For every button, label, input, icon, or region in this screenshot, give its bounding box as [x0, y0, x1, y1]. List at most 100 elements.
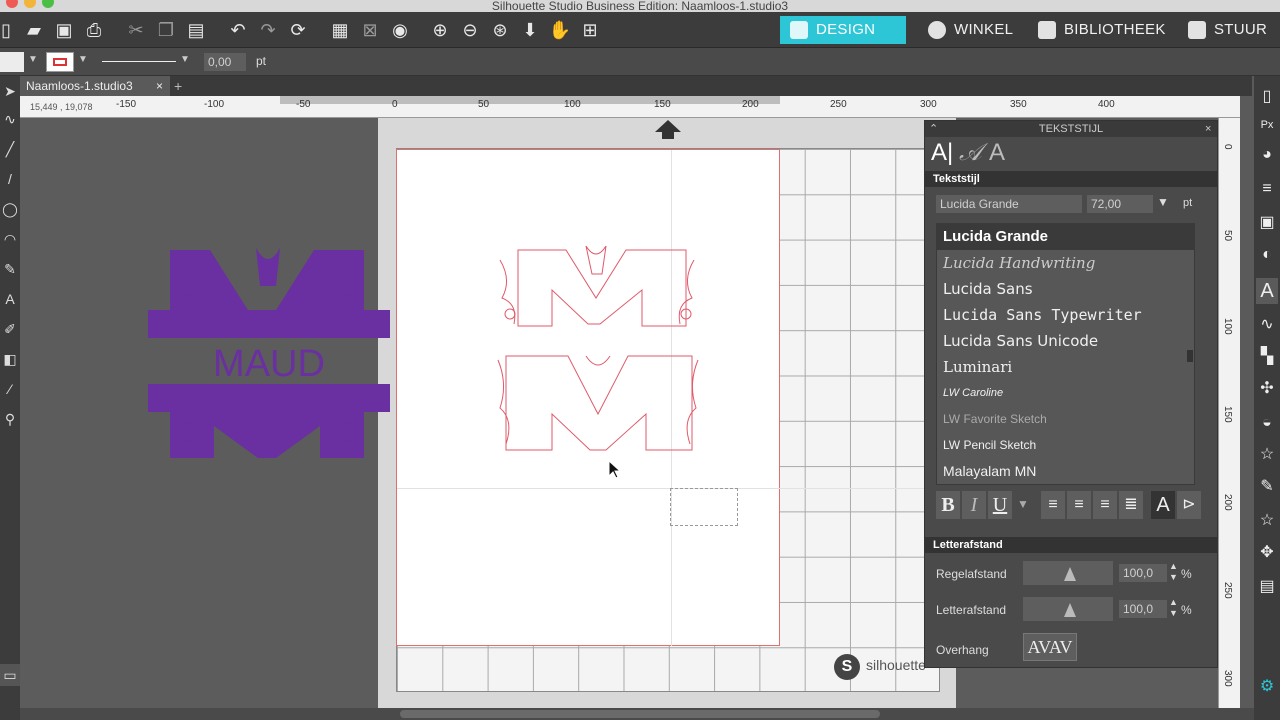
settings-gear-icon[interactable]: ⚙	[1256, 674, 1278, 700]
text-to-path-icon[interactable]: ∿	[1256, 312, 1278, 338]
align-right-icon[interactable]: ≡	[1093, 491, 1117, 519]
layers-icon[interactable]: ▤	[1256, 574, 1278, 600]
font-list-item[interactable]: Lucida Grande	[937, 224, 1194, 250]
fill-pattern-swatch[interactable]	[0, 52, 24, 72]
eraser-icon[interactable]: ◧	[0, 348, 20, 370]
knife-icon[interactable]: ⁄	[0, 378, 20, 400]
open-folder-icon[interactable]: ▰	[22, 18, 46, 42]
close-panel-icon[interactable]: ×	[1205, 121, 1211, 137]
line-width-input[interactable]: 0,00	[204, 53, 246, 71]
edit-text-icon[interactable]: ✐	[0, 318, 20, 340]
close-window-button[interactable]	[6, 0, 18, 8]
tab-stuur[interactable]: STUUR	[1178, 16, 1280, 44]
italic-button[interactable]: I	[962, 491, 986, 519]
scrollbar-thumb[interactable]	[400, 710, 880, 718]
underline-button[interactable]: U	[988, 491, 1012, 519]
cut-line-shapes[interactable]	[496, 244, 700, 454]
underline-dropdown-icon[interactable]: ▼	[1017, 497, 1029, 511]
font-size-dropdown-icon[interactable]: ▼	[1157, 195, 1169, 209]
transform-icon[interactable]: ✣	[1256, 376, 1278, 402]
font-size-input[interactable]: 72,00	[1087, 195, 1153, 213]
line-style-icon[interactable]: ≡	[1256, 176, 1278, 202]
replicate-icon[interactable]: ▣	[1256, 210, 1278, 236]
align-left-icon[interactable]: ≡	[1041, 491, 1065, 519]
collapse-panel-icon[interactable]: ⌃	[929, 121, 938, 137]
trace-icon[interactable]: ◉	[388, 18, 412, 42]
copy-icon[interactable]: ❐	[154, 18, 178, 42]
text-style-tab-icon[interactable]: A|	[931, 139, 953, 167]
font-list-item[interactable]: LW Pencil Sketch	[937, 432, 1194, 458]
group-icon[interactable]: ▦	[328, 18, 352, 42]
font-list-item[interactable]: LW Caroline	[937, 380, 1194, 406]
font-name-input[interactable]: Lucida Grande	[936, 195, 1082, 213]
fill-palette-icon[interactable]: ◕	[1256, 142, 1278, 168]
text-style-panel-icon[interactable]: A	[1256, 278, 1278, 304]
undo-icon[interactable]: ↶	[226, 18, 250, 42]
modify-icon[interactable]: ◒	[1256, 410, 1278, 436]
paste-icon[interactable]: ▤	[184, 18, 208, 42]
line-color-swatch[interactable]	[46, 52, 74, 72]
star-shape-icon[interactable]: ☆	[1256, 442, 1278, 468]
line-color-dropdown-icon[interactable]: ▼	[78, 54, 88, 65]
line-draw-icon[interactable]: ╱	[0, 138, 20, 160]
font-list-item[interactable]: Lucida Sans Typewriter	[937, 302, 1194, 328]
text-font-tab-icon[interactable]: 𝒜	[959, 139, 982, 167]
ungroup-icon[interactable]: ⊠	[358, 18, 382, 42]
text-path-tab-icon[interactable]: A	[989, 139, 1005, 167]
align-center-icon[interactable]: ≡	[1067, 491, 1091, 519]
vertical-text-icon[interactable]: ⊳	[1177, 491, 1201, 519]
font-list-item[interactable]: LW Favorite Sketch	[937, 406, 1194, 432]
tab-bibliotheek[interactable]: BIBLIOTHEEK	[1028, 16, 1165, 44]
line-spacing-input[interactable]: 100,0	[1119, 564, 1167, 582]
bold-button[interactable]: B	[936, 491, 960, 519]
minimize-window-button[interactable]	[24, 0, 36, 8]
point-edit-icon[interactable]: ∿	[0, 108, 20, 130]
page-settings-icon[interactable]: ▯	[1256, 84, 1278, 110]
library-drawer-icon[interactable]: ▭	[0, 664, 20, 686]
font-list-scrollbar[interactable]	[1187, 350, 1193, 362]
cut-icon[interactable]: ✂	[124, 18, 148, 42]
zoom-select-icon[interactable]: ⊛	[488, 18, 512, 42]
ellipse-tool-icon[interactable]: ◯	[0, 198, 20, 220]
line-style-selector[interactable]	[102, 61, 176, 62]
line-style-dropdown-icon[interactable]: ▼	[180, 54, 190, 65]
font-list-item[interactable]: Luminari	[937, 354, 1194, 380]
sketch-icon[interactable]: ✎	[1256, 474, 1278, 500]
pan-hand-icon[interactable]: ✋	[548, 18, 572, 42]
overhang-toggle[interactable]: AVAV	[1023, 633, 1077, 661]
tab-winkel[interactable]: WINKEL	[918, 16, 1026, 44]
letter-spacing-input[interactable]: 100,0	[1119, 600, 1167, 618]
zoom-window-button[interactable]	[42, 0, 54, 8]
font-list-item[interactable]: Lucida Handwriting	[937, 250, 1194, 276]
zoom-out-icon[interactable]: ⊖	[458, 18, 482, 42]
arc-tool-icon[interactable]: ◠	[0, 228, 20, 250]
select-arrow-icon[interactable]: ➤	[0, 80, 20, 102]
font-list-item[interactable]: Malayalam MN	[937, 458, 1194, 484]
pixscan-icon[interactable]: Px	[1256, 112, 1278, 138]
close-tab-icon[interactable]: ×	[156, 76, 163, 96]
horizontal-text-icon[interactable]: A	[1151, 491, 1175, 519]
puzzle-icon[interactable]: ✥	[1256, 540, 1278, 566]
print-icon[interactable]: ⎙	[82, 18, 106, 42]
letter-spacing-stepper-icon[interactable]: ▲ ▼	[1169, 597, 1178, 619]
redo-icon[interactable]: ↷	[256, 18, 280, 42]
font-list-item[interactable]: Lucida Sans	[937, 276, 1194, 302]
new-document-icon[interactable]: ▯	[0, 18, 18, 42]
fill-dropdown-icon[interactable]: ▼	[28, 54, 38, 65]
transparency-icon[interactable]: ◐	[1256, 242, 1278, 268]
line-spacing-stepper-icon[interactable]: ▲ ▼	[1169, 561, 1178, 583]
move-down-icon[interactable]: ⬇	[518, 18, 542, 42]
font-list[interactable]: Lucida Grande Lucida Handwriting Lucida …	[936, 223, 1195, 485]
fit-page-icon[interactable]: ⊞	[578, 18, 602, 42]
save-icon[interactable]: ▣	[52, 18, 76, 42]
font-list-item[interactable]: Lucida Sans Unicode	[937, 328, 1194, 354]
letter-spacing-slider[interactable]	[1023, 597, 1113, 621]
line-tool-icon[interactable]: /	[0, 168, 20, 190]
offset-icon[interactable]: ▚	[1256, 344, 1278, 370]
refresh-icon[interactable]: ⟳	[286, 18, 310, 42]
favorites-icon[interactable]: ☆	[1256, 508, 1278, 534]
document-tab[interactable]: Naamloos-1.studio3 ×	[20, 76, 170, 96]
line-spacing-slider[interactable]	[1023, 561, 1113, 585]
add-tab-icon[interactable]: +	[174, 76, 182, 96]
align-justify-icon[interactable]: ≣	[1119, 491, 1143, 519]
